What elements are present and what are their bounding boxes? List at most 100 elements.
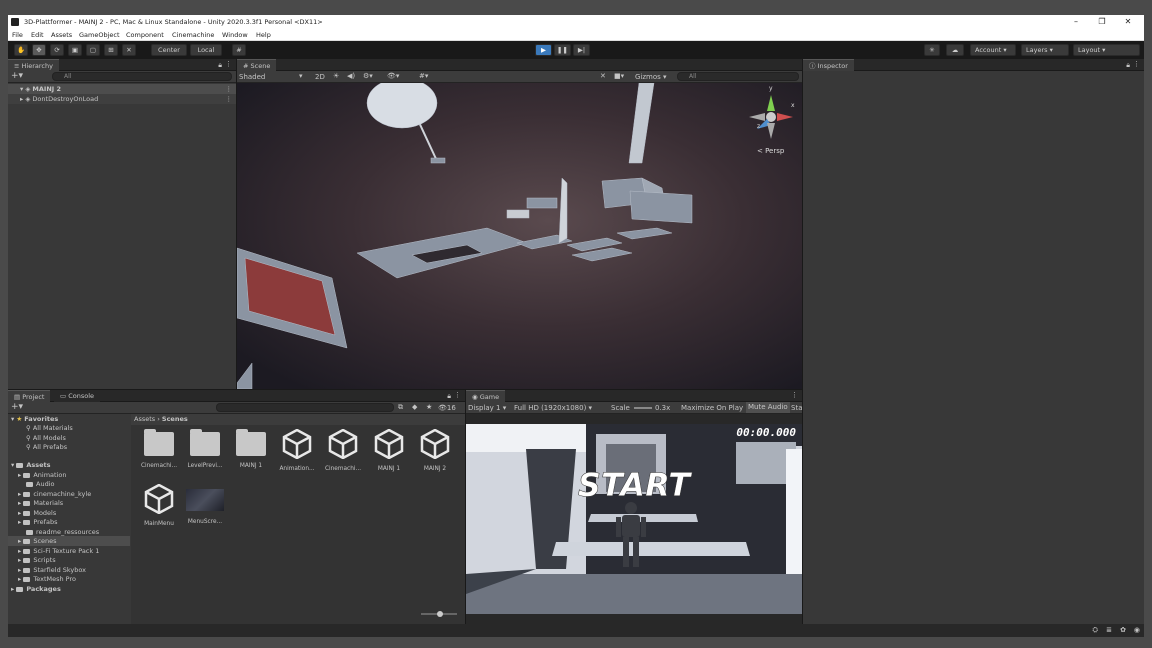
move-tool-icon[interactable]: ✥ <box>32 44 46 56</box>
menu-window[interactable]: Window <box>222 31 248 39</box>
menu-component[interactable]: Component <box>126 31 164 39</box>
item-menu-icon[interactable]: ⋮ <box>226 94 233 104</box>
asset-folder[interactable]: Cinemachi... <box>136 428 182 469</box>
hidden-count-icon[interactable]: 👁▾ <box>387 72 399 80</box>
game-viewport[interactable]: 00:00.000 START <box>466 424 802 614</box>
folder-item[interactable]: ▸ Materials <box>8 498 63 508</box>
scale-slider[interactable] <box>634 407 652 409</box>
pause-button[interactable]: ❚❚ <box>554 44 571 56</box>
close-icon[interactable]: ✕ <box>1118 16 1138 28</box>
stats-toggle[interactable]: Sta <box>791 404 802 412</box>
assets-root[interactable]: ▾ Assets <box>8 460 51 470</box>
lock-icon[interactable]: 🔒︎ <box>1126 61 1130 70</box>
item-menu-icon[interactable]: ⋮ <box>226 84 233 94</box>
hierarchy-search-input[interactable]: All <box>52 72 232 81</box>
collab-status-icon[interactable]: ◉ <box>1134 626 1140 634</box>
bug-icon[interactable]: ✿ <box>1120 626 1126 634</box>
asset-image[interactable]: MenuScre... <box>182 483 228 525</box>
collab-icon[interactable]: ✳ <box>924 44 940 56</box>
create-icon[interactable]: +▾ <box>11 71 23 81</box>
create-icon[interactable]: +▾ <box>11 402 23 412</box>
gizmos-dropdown[interactable]: Gizmos ▾ <box>635 73 667 81</box>
tab-scene[interactable]: # Scene <box>237 59 277 71</box>
zoom-slider-thumb[interactable] <box>437 611 443 617</box>
more-icon[interactable]: ⋮ <box>225 60 232 68</box>
zoom-slider[interactable] <box>421 611 457 617</box>
menu-file[interactable]: File <box>12 31 23 39</box>
breadcrumb-current[interactable]: Scenes <box>162 415 188 423</box>
display-dropdown[interactable]: Display 1 ▾ <box>468 404 506 412</box>
layers-dropdown[interactable]: Layers ▾ <box>1021 44 1069 56</box>
shading-dropdown[interactable]: Shaded <box>239 73 265 81</box>
lock-icon[interactable]: 🔒︎ <box>447 392 451 401</box>
tab-hierarchy[interactable]: ≡ Hierarchy <box>8 59 59 71</box>
asset-scene[interactable]: MAINJ 1 <box>366 428 412 472</box>
asset-folder[interactable]: LevelPrevi... <box>182 428 228 469</box>
layers-stack-icon[interactable]: ≣ <box>1106 626 1112 634</box>
account-dropdown[interactable]: Account ▾ <box>970 44 1016 56</box>
hierarchy-item-scene[interactable]: ▾ ◈ MAINJ 2 ⋮ <box>8 84 236 94</box>
camera-icon[interactable]: ■▾ <box>614 72 624 80</box>
custom-tool-icon[interactable]: ✕ <box>122 44 136 56</box>
debug-icon[interactable]: ⛭ <box>1092 626 1098 635</box>
hand-tool-icon[interactable]: ✋ <box>14 44 28 56</box>
tab-console[interactable]: ▭ Console <box>54 390 101 402</box>
maximize-on-play-toggle[interactable]: Maximize On Play <box>681 404 743 412</box>
asset-scene[interactable]: MAINJ 2 <box>412 428 458 472</box>
packages-root[interactable]: ▸ Packages <box>8 584 61 594</box>
scene-search-input[interactable]: All <box>677 72 799 81</box>
tab-inspector[interactable]: ⓘ Inspector <box>803 59 854 71</box>
pivot-center-button[interactable]: Center <box>151 44 187 56</box>
rotate-tool-icon[interactable]: ⟳ <box>50 44 64 56</box>
menu-assets[interactable]: Assets <box>51 31 72 39</box>
effects-icon[interactable]: ⚙▾ <box>363 72 373 80</box>
breadcrumb-root[interactable]: Assets <box>134 415 155 423</box>
tab-project[interactable]: ▤ Project <box>8 390 51 402</box>
rect-tool-icon[interactable]: ▢ <box>86 44 100 56</box>
layout-dropdown[interactable]: Layout ▾ <box>1073 44 1140 56</box>
folder-item[interactable]: ▸ Scripts <box>8 555 56 565</box>
cloud-icon[interactable]: ☁ <box>946 44 964 56</box>
audio-icon[interactable]: ◀) <box>347 72 355 80</box>
fav-item[interactable]: ⚲ All Materials <box>8 423 73 433</box>
filter-type-icon[interactable]: ⧉ <box>398 403 403 412</box>
pivot-local-button[interactable]: Local <box>190 44 222 56</box>
tab-game[interactable]: ◉ Game <box>466 390 506 402</box>
filter-label-icon[interactable]: ◆ <box>412 403 417 411</box>
menu-edit[interactable]: Edit <box>31 31 44 39</box>
grid-icon[interactable]: #▾ <box>419 72 428 80</box>
tools-icon[interactable]: ✕ <box>600 72 606 80</box>
grid-snap-icon[interactable]: # <box>232 44 246 56</box>
mute-audio-toggle[interactable]: Mute Audio <box>746 402 790 413</box>
asset-scene[interactable]: Cinemachi... <box>320 428 366 472</box>
project-search-input[interactable] <box>216 403 394 412</box>
restore-icon[interactable]: ❐ <box>1092 16 1112 28</box>
lock-icon[interactable]: 🔒︎ <box>218 61 222 70</box>
folder-item[interactable]: ▸ Prefabs <box>8 517 57 527</box>
lighting-icon[interactable]: ☀ <box>333 72 339 80</box>
asset-scene[interactable]: Animation... <box>274 428 320 472</box>
perspective-label[interactable]: < Persp <box>757 147 785 155</box>
scale-tool-icon[interactable]: ▣ <box>68 44 82 56</box>
menu-cinemachine[interactable]: Cinemachine <box>172 31 214 39</box>
play-button[interactable]: ▶ <box>535 44 552 56</box>
shading-chevron-icon[interactable]: ▾ <box>299 72 303 80</box>
resolution-dropdown[interactable]: Full HD (1920x1080) ▾ <box>514 404 592 412</box>
menu-gameobject[interactable]: GameObject <box>79 31 120 39</box>
folder-item[interactable]: Audio <box>8 479 54 489</box>
step-button[interactable]: ▶| <box>573 44 590 56</box>
folder-item[interactable]: ▸ TextMesh Pro <box>8 574 76 584</box>
asset-folder[interactable]: MAINJ 1 <box>228 428 274 469</box>
transform-tool-icon[interactable]: ⊞ <box>104 44 118 56</box>
more-icon[interactable]: ⋮ <box>1133 60 1140 68</box>
folder-item-selected[interactable]: ▸ Scenes <box>8 536 130 546</box>
fav-item[interactable]: ⚲ All Prefabs <box>8 442 67 452</box>
asset-scene[interactable]: MainMenu <box>136 483 182 527</box>
hierarchy-item-dontdestroy[interactable]: ▸ ◈ DontDestroyOnLoad ⋮ <box>8 94 236 104</box>
more-icon[interactable]: ⋮ <box>454 391 461 399</box>
favorite-icon[interactable]: ★ <box>426 403 432 411</box>
2d-toggle[interactable]: 2D <box>315 73 325 81</box>
menu-help[interactable]: Help <box>256 31 271 39</box>
more-icon[interactable]: ⋮ <box>791 391 798 399</box>
minimize-icon[interactable]: – <box>1066 16 1086 28</box>
